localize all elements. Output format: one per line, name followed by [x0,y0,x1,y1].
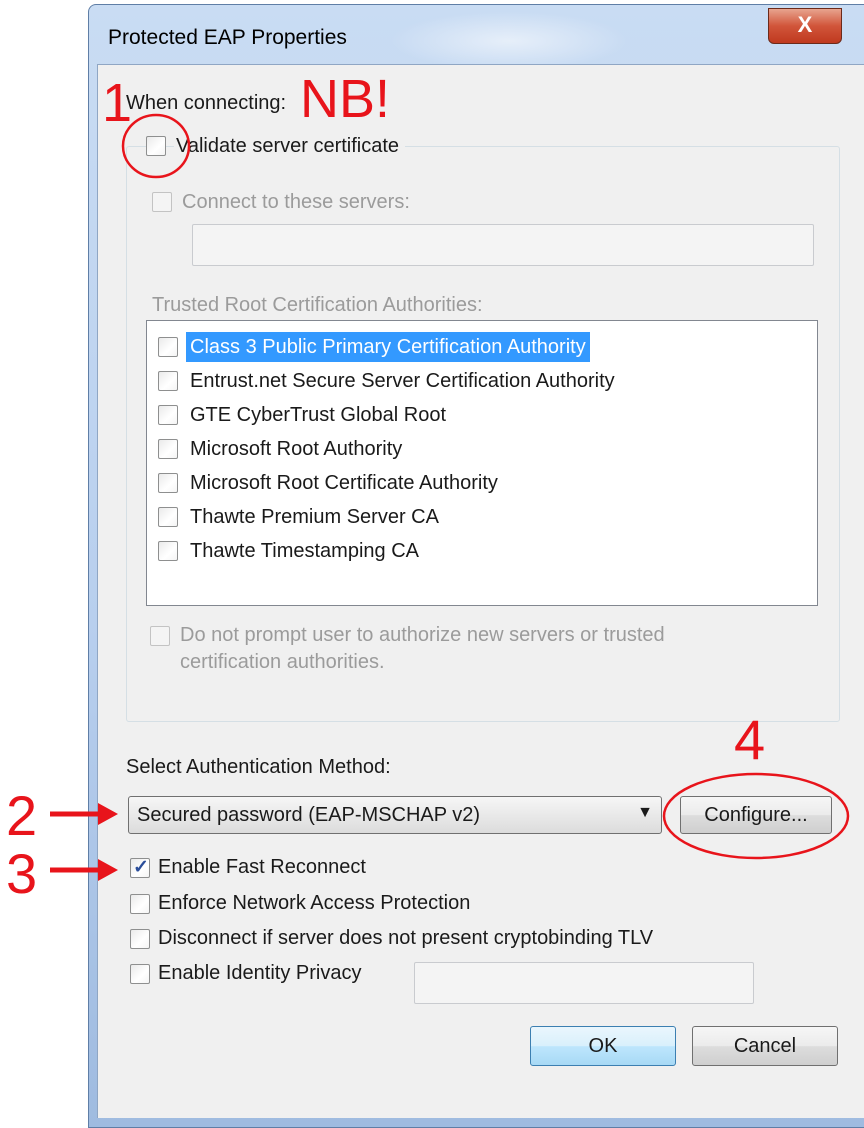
annotation-arrow-3 [50,859,118,881]
annotation-arrow-2 [50,803,118,825]
annotation-circle-configure [662,772,850,860]
annotation-overlay [50,113,850,881]
annotation-circle-validate [121,113,191,179]
